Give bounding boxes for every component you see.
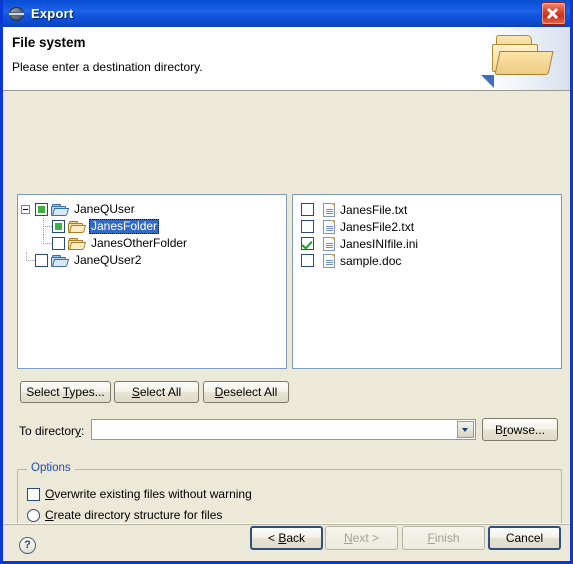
- radio-icon[interactable]: [27, 508, 40, 522]
- checkbox-icon[interactable]: [52, 237, 65, 250]
- tree-guide: [18, 235, 35, 252]
- tree-guide: [35, 218, 52, 235]
- overwrite-existing-files-option[interactable]: Overwrite existing files without warning: [27, 487, 252, 501]
- document-icon: [323, 219, 335, 234]
- tree-node[interactable]: JaneQUser2: [18, 252, 286, 269]
- wizard-header: File system Please enter a destination d…: [3, 27, 570, 91]
- file-list-item[interactable]: sample.doc: [301, 252, 561, 269]
- to-directory-combo[interactable]: [91, 419, 476, 440]
- file-list: JanesFile.txt JanesFile2.txt JanesINIfile.…: [293, 195, 561, 269]
- tree-node[interactable]: JanesFolder: [18, 218, 286, 235]
- tree-node-label: JanesOtherFolder: [91, 236, 188, 250]
- help-icon[interactable]: ?: [19, 537, 36, 554]
- tree-guide: [18, 218, 35, 235]
- option-label: Create directory structure for files: [45, 508, 223, 522]
- browse-button[interactable]: Browse...: [482, 418, 558, 441]
- chevron-down-icon[interactable]: [457, 421, 474, 438]
- checkbox-icon[interactable]: [27, 487, 40, 501]
- window-title: Export: [31, 6, 74, 21]
- file-list-item[interactable]: JanesINIfile.ini: [301, 235, 561, 252]
- checkbox-icon[interactable]: [301, 220, 314, 233]
- file-name-label: JanesFile.txt: [340, 202, 408, 217]
- back-button[interactable]: < Back: [250, 526, 323, 550]
- folder-icon: [51, 203, 70, 217]
- tree-node-label: JaneQUser2: [74, 253, 142, 267]
- tree-node[interactable]: JaneQUser: [18, 201, 286, 218]
- tree-node[interactable]: JanesOtherFolder: [18, 235, 286, 252]
- close-icon[interactable]: [541, 2, 566, 25]
- to-directory-input[interactable]: [92, 421, 457, 438]
- file-name-label: JanesINIfile.ini: [340, 236, 419, 251]
- checkbox-icon[interactable]: [301, 203, 314, 216]
- export-arrow-icon: [481, 75, 494, 88]
- to-directory-label: To directory:: [19, 424, 85, 438]
- folder-export-icon: [488, 35, 554, 83]
- checkbox-icon[interactable]: [52, 220, 65, 233]
- create-directory-structure-option[interactable]: Create directory structure for files: [27, 508, 222, 522]
- select-all-button[interactable]: Select All: [114, 381, 199, 403]
- export-dialog: Export File system Please enter a destin…: [0, 0, 573, 564]
- cancel-button[interactable]: Cancel: [488, 526, 561, 550]
- checkbox-icon[interactable]: [301, 254, 314, 267]
- folder-icon: [68, 220, 87, 234]
- checkbox-icon[interactable]: [301, 237, 314, 250]
- tree-guide: [18, 252, 35, 269]
- document-icon: [323, 253, 335, 268]
- globe-icon: [9, 6, 25, 22]
- page-title: File system: [12, 35, 86, 50]
- file-name-label: JanesFile2.txt: [340, 219, 415, 234]
- file-name-label: sample.doc: [340, 253, 402, 268]
- tree-guide: [35, 235, 52, 252]
- directory-tree-panel[interactable]: JaneQUser JanesFolder JanesOtherFolder Jane…: [17, 194, 287, 369]
- tree-node-label: JanesFolder: [89, 219, 160, 234]
- document-icon: [323, 202, 335, 217]
- title-bar: Export: [3, 0, 570, 27]
- finish-button: Finish: [402, 526, 485, 550]
- directory-tree: JaneQUser JanesFolder JanesOtherFolder Jane…: [18, 195, 286, 269]
- options-legend: Options: [27, 462, 75, 474]
- tree-node-label: JaneQUser: [74, 202, 135, 216]
- checkbox-icon[interactable]: [35, 254, 48, 267]
- page-subtitle: Please enter a destination directory.: [12, 60, 203, 74]
- next-button: Next >: [325, 526, 398, 550]
- dialog-content: JaneQUser JanesFolder JanesOtherFolder Jane…: [3, 91, 570, 553]
- file-list-panel[interactable]: JanesFile.txt JanesFile2.txt JanesINIfile.…: [292, 194, 562, 369]
- select-types-button[interactable]: Select Types...: [20, 381, 111, 403]
- file-list-item[interactable]: JanesFile2.txt: [301, 218, 561, 235]
- deselect-all-button[interactable]: Deselect All: [203, 381, 289, 403]
- folder-icon: [51, 254, 70, 268]
- file-list-item[interactable]: JanesFile.txt: [301, 201, 561, 218]
- expander-icon[interactable]: [18, 201, 35, 218]
- checkbox-icon[interactable]: [35, 203, 48, 216]
- option-label: Overwrite existing files without warning: [45, 487, 252, 501]
- document-icon: [323, 236, 335, 251]
- folder-icon: [68, 237, 87, 251]
